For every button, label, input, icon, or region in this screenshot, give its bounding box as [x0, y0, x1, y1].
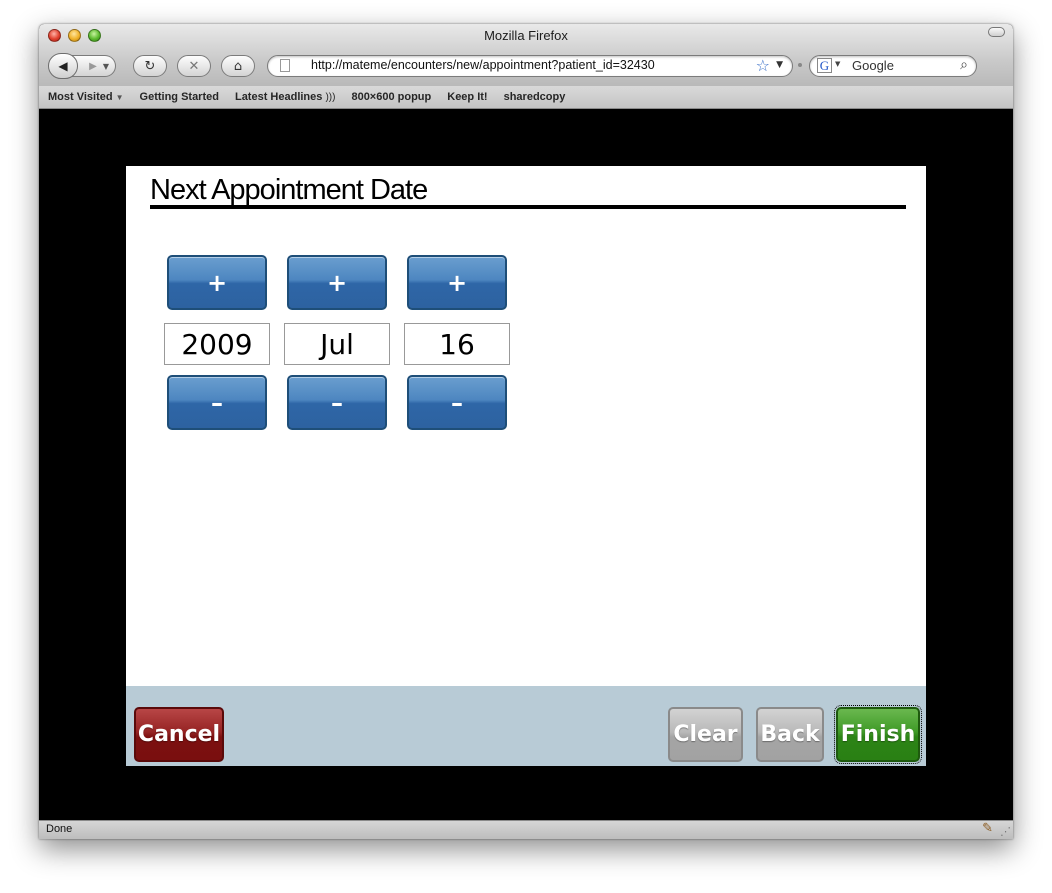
- bookmark-star-icon[interactable]: ☆: [756, 56, 770, 76]
- bookmark-sharedcopy[interactable]: sharedcopy: [504, 91, 566, 103]
- page-title: Next Appointment Date: [150, 172, 906, 209]
- day-field[interactable]: 16: [404, 323, 510, 365]
- appointment-panel: Next Appointment Date + + + 2009 Jul 16 …: [126, 166, 926, 766]
- home-button[interactable]: ⌂: [221, 55, 255, 77]
- rss-icon: ))): [325, 92, 336, 103]
- resize-grip-icon[interactable]: ⋰: [1000, 825, 1011, 838]
- addon-icon[interactable]: ✎: [982, 821, 993, 836]
- chevron-down-icon: ▼: [115, 93, 124, 102]
- bookmark-keep-it[interactable]: Keep It!: [447, 91, 487, 103]
- toolbar-resize-grip[interactable]: [798, 63, 802, 67]
- search-input[interactable]: Google: [852, 58, 894, 73]
- search-icon[interactable]: ⌕: [960, 57, 968, 73]
- status-text: Done: [46, 823, 73, 835]
- back-button[interactable]: ◀: [48, 53, 78, 79]
- year-field[interactable]: 2009: [164, 323, 270, 365]
- title-bar: Mozilla Firefox ▶ ▼ ◀ ↻ ✕ ⌂ http://mateme…: [39, 24, 1013, 87]
- search-bar[interactable]: G ▼ Google ⌕: [809, 55, 977, 77]
- year-increment-button[interactable]: +: [167, 255, 267, 310]
- home-icon: ⌂: [233, 58, 243, 74]
- clear-button[interactable]: Clear: [668, 707, 743, 762]
- finish-button[interactable]: Finish: [834, 705, 922, 764]
- back-page-button[interactable]: Back: [756, 707, 824, 762]
- bookmark-popup[interactable]: 800×600 popup: [351, 91, 431, 103]
- bookmark-latest-headlines[interactable]: Latest Headlines ))): [235, 91, 335, 103]
- url-bar[interactable]: http://mateme/encounters/new/appointment…: [267, 55, 793, 77]
- back-forward-group: ▶ ▼ ◀: [48, 53, 126, 79]
- search-engine-dropdown-icon[interactable]: ▼: [835, 60, 840, 68]
- cancel-button[interactable]: Cancel: [134, 707, 224, 762]
- window-title: Mozilla Firefox: [484, 28, 568, 43]
- month-decrement-button[interactable]: –: [287, 375, 387, 430]
- forward-icon: ▶: [89, 60, 97, 72]
- url-text[interactable]: http://mateme/encounters/new/appointment…: [311, 58, 655, 72]
- history-dropdown-icon[interactable]: ▼: [103, 62, 109, 71]
- day-increment-button[interactable]: +: [407, 255, 507, 310]
- url-dropdown-icon[interactable]: ▼: [776, 60, 783, 70]
- page-content: Next Appointment Date + + + 2009 Jul 16 …: [39, 110, 1013, 820]
- bookmark-getting-started[interactable]: Getting Started: [140, 91, 219, 103]
- page-icon: [280, 59, 290, 72]
- month-increment-button[interactable]: +: [287, 255, 387, 310]
- browser-window: Mozilla Firefox ▶ ▼ ◀ ↻ ✕ ⌂ http://mateme…: [39, 24, 1013, 839]
- stop-button[interactable]: ✕: [177, 55, 211, 77]
- search-engine-icon[interactable]: G: [817, 58, 832, 73]
- stop-icon: ✕: [188, 58, 200, 74]
- year-decrement-button[interactable]: –: [167, 375, 267, 430]
- month-field[interactable]: Jul: [284, 323, 390, 365]
- day-decrement-button[interactable]: –: [407, 375, 507, 430]
- reload-button[interactable]: ↻: [133, 55, 167, 77]
- bookmarks-toolbar: Most Visited ▼ Getting Started Latest Hea…: [39, 86, 1013, 109]
- toolbar-toggle-button[interactable]: [988, 27, 1005, 37]
- button-bar: Cancel Clear Back Finish: [126, 686, 926, 766]
- bookmark-most-visited[interactable]: Most Visited ▼: [48, 91, 124, 103]
- status-bar: Done ✎ ⋰: [39, 820, 1013, 839]
- back-icon: ◀: [58, 59, 68, 73]
- reload-icon: ↻: [144, 58, 156, 74]
